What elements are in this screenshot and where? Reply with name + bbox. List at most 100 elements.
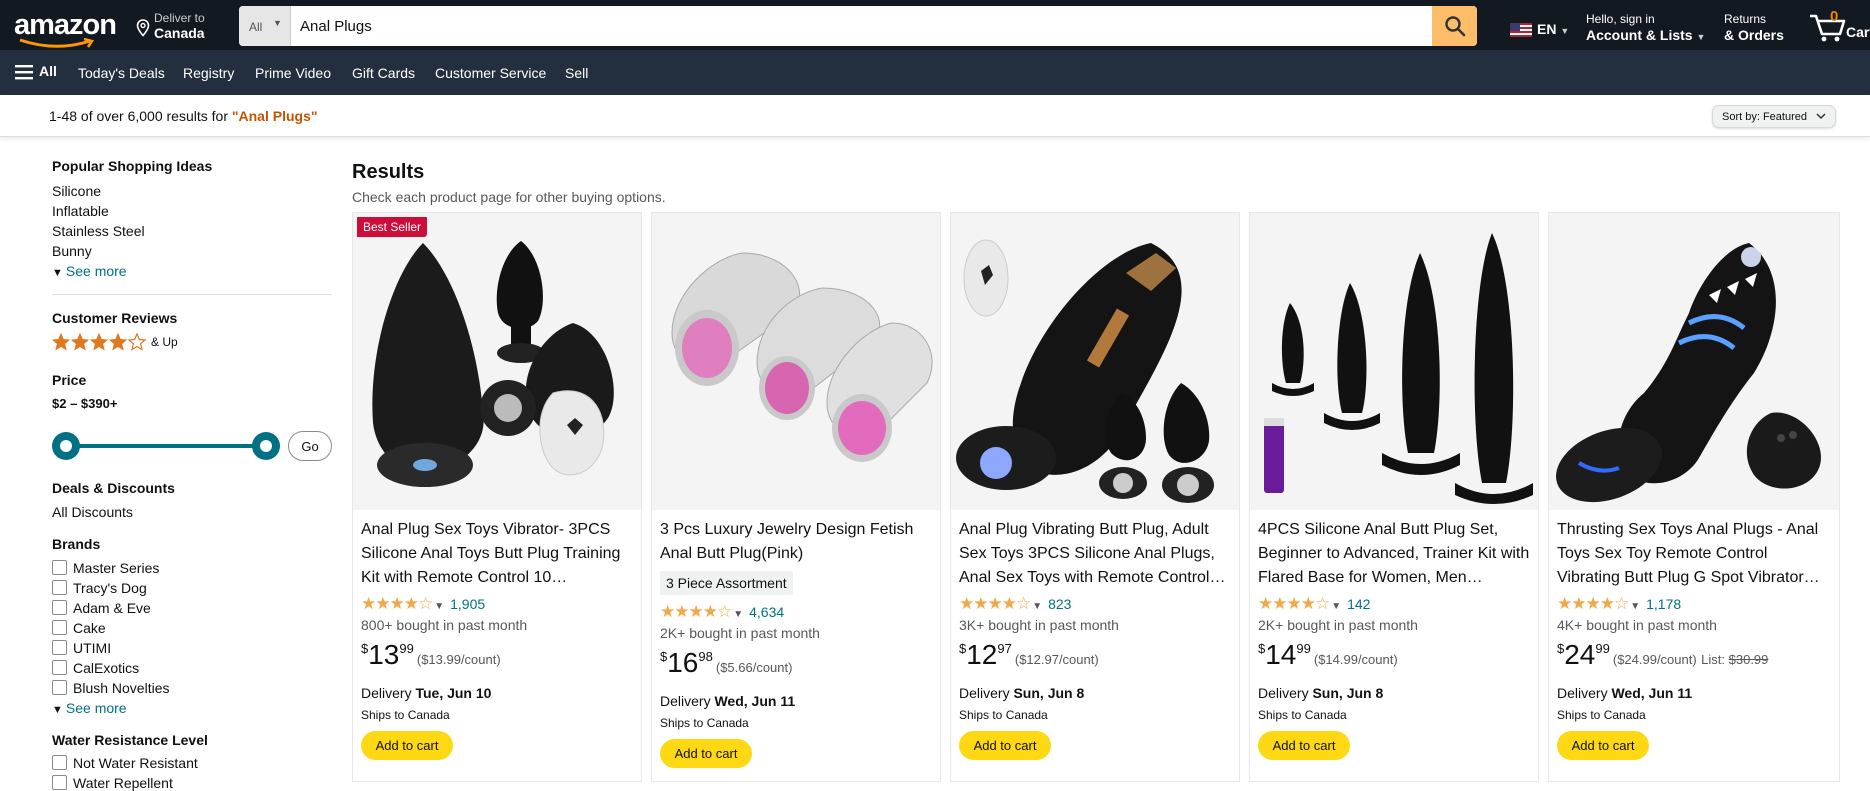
popular-idea-silicone[interactable]: Silicone (52, 183, 101, 199)
account-greeting: Hello, sign in (1586, 12, 1655, 26)
chevron-down-icon: ▼ (52, 704, 63, 716)
returns-label: Returns (1724, 12, 1767, 26)
checkbox[interactable] (52, 620, 67, 635)
popular-idea-bunny[interactable]: Bunny (52, 243, 92, 259)
add-to-cart-button[interactable]: Add to cart (660, 739, 752, 768)
product-price[interactable]: $1698($5.66/count) (660, 647, 792, 679)
product-image[interactable] (652, 213, 940, 510)
sort-dropdown[interactable]: Sort by: Featured (1712, 105, 1836, 128)
product-title[interactable]: Anal Plug Sex Toys Vibrator- 3PCS Silico… (361, 518, 637, 590)
chevron-down-icon: ▼ (1630, 601, 1641, 612)
add-to-cart-button[interactable]: Add to cart (361, 731, 453, 760)
delivery-info: Delivery Sun, Jun 8 (1258, 685, 1383, 701)
all-menu-button[interactable]: All (15, 63, 57, 80)
checkbox[interactable] (52, 775, 67, 790)
product-price[interactable]: $2499($24.99/count) List: $30.99 (1557, 639, 1768, 671)
price-slider-min-handle[interactable] (52, 432, 80, 460)
nav-gift-cards[interactable]: Gift Cards (352, 65, 415, 81)
brand-label: CalExotics (73, 660, 140, 676)
price-slider-max-handle[interactable] (252, 432, 280, 460)
search-button[interactable] (1432, 6, 1477, 46)
search-icon (1444, 16, 1465, 37)
delivery-date: Wed, Jun 11 (1611, 685, 1693, 701)
product-price[interactable]: $1499($14.99/count) (1258, 639, 1398, 671)
product-title[interactable]: 4PCS Silicone Anal Butt Plug Set, Beginn… (1258, 518, 1534, 590)
popular-idea-inflatable[interactable]: Inflatable (52, 203, 109, 219)
product-card: Best Seller Anal Plug Sex Toys Vibrator-… (352, 212, 642, 782)
account-menu[interactable]: Hello, sign in Account & Lists ▼ (1586, 12, 1705, 43)
delivery-info: Delivery Wed, Jun 11 (660, 693, 795, 709)
product-rating[interactable]: ★★★★☆ ▼ 823 (959, 594, 1071, 614)
nav-registry[interactable]: Registry (183, 65, 234, 81)
brand-checkbox-calexotics[interactable]: CalExotics (52, 660, 139, 676)
product-price[interactable]: $1399($13.99/count) (361, 639, 501, 671)
product-image[interactable]: Best Seller (353, 213, 641, 510)
checkbox[interactable] (52, 580, 67, 595)
checkbox[interactable] (52, 600, 67, 615)
water-checkbox-repellent[interactable]: Water Repellent (52, 775, 173, 791)
checkbox[interactable] (52, 680, 67, 695)
product-price[interactable]: $1297($12.97/count) (959, 639, 1099, 671)
hamburger-icon (15, 65, 33, 80)
product-photo (1549, 213, 1839, 510)
nav-sell[interactable]: Sell (565, 65, 588, 81)
checkbox[interactable] (52, 755, 67, 770)
brand-checkbox-utimi[interactable]: UTIMI (52, 640, 111, 656)
nav-customer-service[interactable]: Customer Service (435, 65, 546, 81)
checkbox[interactable] (52, 560, 67, 575)
water-checkbox-not-resistant[interactable]: Not Water Resistant (52, 755, 198, 771)
product-photo (353, 213, 641, 510)
chevron-down-icon: ▼ (434, 601, 445, 612)
checkbox[interactable] (52, 640, 67, 655)
unit-price: ($24.99/count) (1612, 652, 1697, 667)
popular-idea-stainless-steel[interactable]: Stainless Steel (52, 223, 145, 239)
product-title[interactable]: Thrusting Sex Toys Anal Plugs - Anal Toy… (1557, 518, 1833, 590)
nav-todays-deals[interactable]: Today's Deals (78, 65, 165, 81)
list-price-value: $30.99 (1728, 652, 1769, 667)
search-category-dropdown[interactable]: All ▼ (239, 6, 291, 46)
brand-checkbox-adam-eve[interactable]: Adam & Eve (52, 600, 151, 616)
product-image[interactable] (1250, 213, 1538, 510)
amazon-logo[interactable]: amazon (14, 10, 117, 48)
brand-checkbox-cake[interactable]: Cake (52, 620, 106, 636)
deliver-label: Deliver to (154, 11, 205, 25)
product-image[interactable] (951, 213, 1239, 510)
add-to-cart-button[interactable]: Add to cart (1557, 731, 1649, 760)
brand-checkbox-tracys-dog[interactable]: Tracy's Dog (52, 580, 147, 596)
price-heading: Price (52, 372, 87, 388)
checkbox[interactable] (52, 660, 67, 675)
results-subtext: Check each product page for other buying… (352, 189, 666, 205)
cart-button[interactable]: 0 Cart (1808, 8, 1870, 44)
nav-prime-video[interactable]: Prime Video (255, 65, 331, 81)
location-pin-icon (136, 19, 150, 37)
cart-label: Cart (1846, 24, 1870, 40)
add-to-cart-button[interactable]: Add to cart (1258, 731, 1350, 760)
popular-see-more-link[interactable]: ▼ See more (52, 263, 127, 279)
product-rating[interactable]: ★★★★☆ ▼ 142 (1258, 594, 1370, 614)
bought-in-past-month: 2K+ bought in past month (660, 625, 820, 641)
brand-checkbox-blush-novelties[interactable]: Blush Novelties (52, 680, 170, 696)
product-rating[interactable]: ★★★★☆ ▼ 4,634 (660, 602, 784, 622)
reviews-4-stars-filter[interactable]: & Up (51, 332, 178, 352)
search-input[interactable] (291, 6, 1425, 46)
search-bar: All ▼ (239, 6, 1477, 46)
brands-see-more-link[interactable]: ▼ See more (52, 700, 127, 716)
product-rating[interactable]: ★★★★☆ ▼ 1,178 (1557, 594, 1681, 614)
all-discounts-link[interactable]: All Discounts (52, 504, 133, 520)
returns-orders[interactable]: Returns & Orders (1724, 12, 1784, 43)
caret-down-icon: ▼ (1560, 26, 1570, 36)
price-go-button[interactable]: Go (288, 431, 332, 461)
results-heading: Results (352, 161, 425, 183)
results-count: 1-48 of over 6,000 results for "Anal Plu… (49, 108, 318, 124)
us-flag-icon (1510, 23, 1532, 37)
product-title[interactable]: Anal Plug Vibrating Butt Plug, Adult Sex… (959, 518, 1235, 590)
product-card: Anal Plug Vibrating Butt Plug, Adult Sex… (950, 212, 1240, 782)
brand-checkbox-master-series[interactable]: Master Series (52, 560, 159, 576)
product-rating[interactable]: ★★★★☆ ▼ 1,905 (361, 594, 485, 614)
bought-in-past-month: 3K+ bought in past month (959, 617, 1119, 633)
add-to-cart-button[interactable]: Add to cart (959, 731, 1051, 760)
product-image[interactable] (1549, 213, 1839, 510)
price-whole: 14 (1265, 639, 1297, 670)
price-fraction: 98 (698, 649, 713, 664)
price-fraction: 99 (399, 641, 414, 656)
